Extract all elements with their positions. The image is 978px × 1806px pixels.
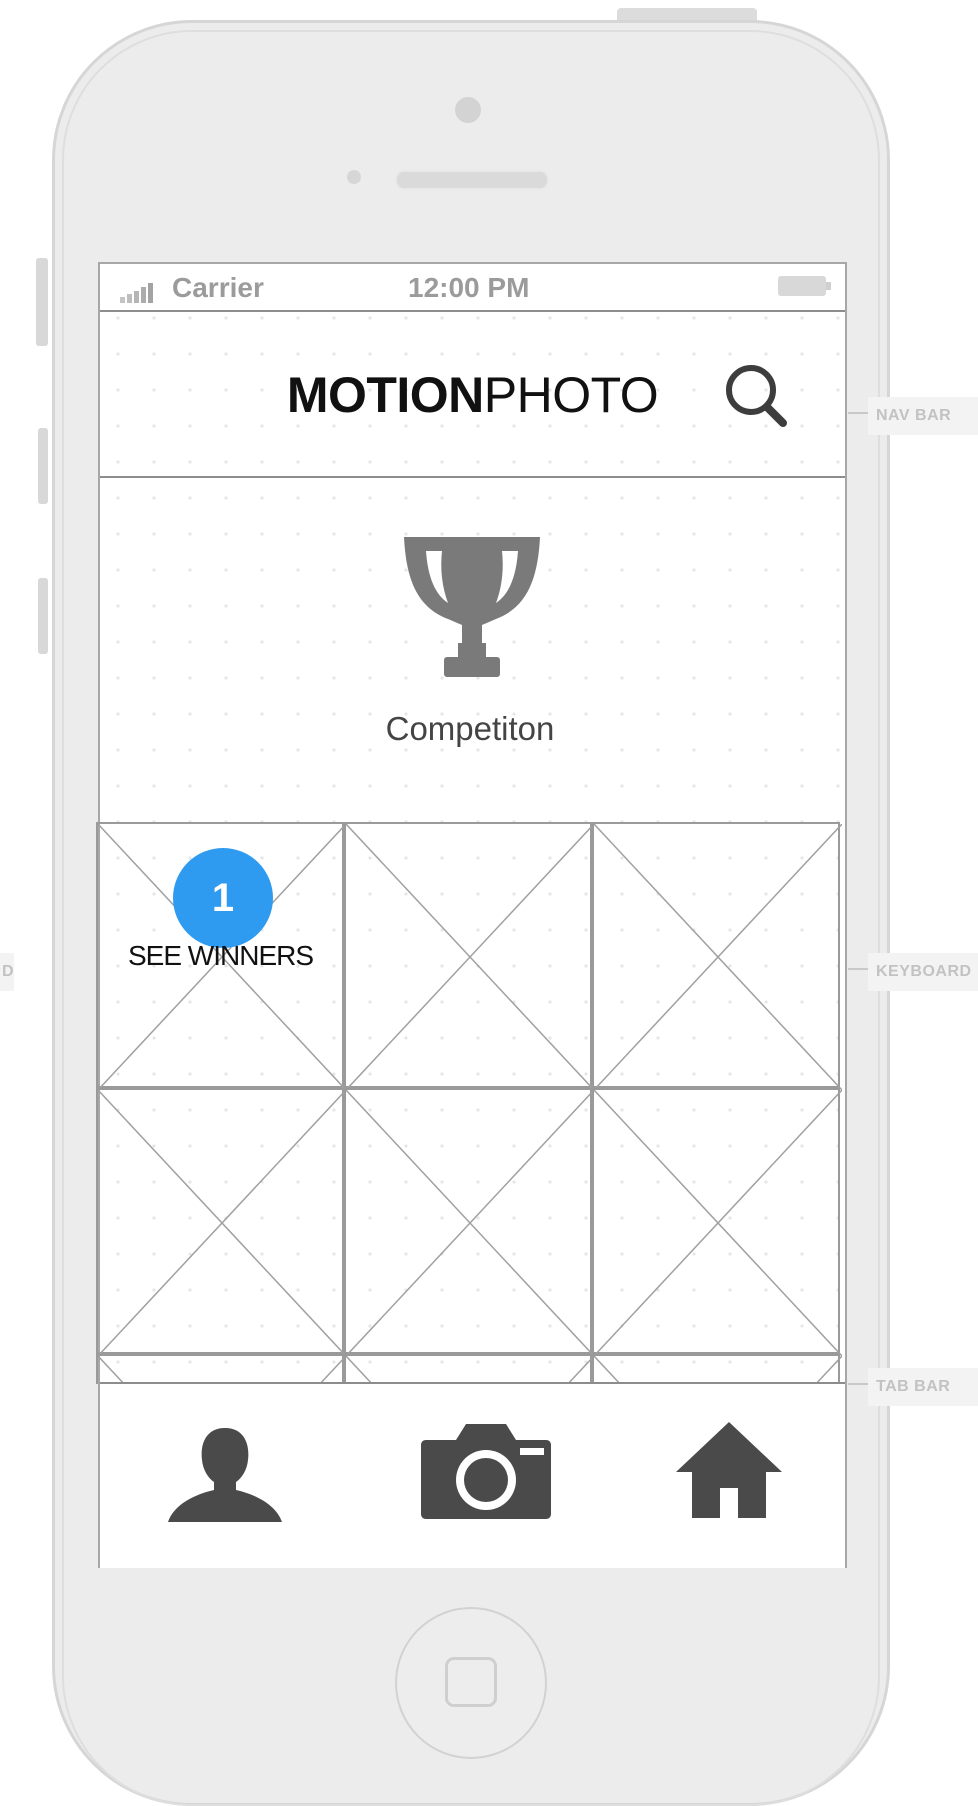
nav-bar: MOTIONPHOTO (100, 312, 845, 478)
volume-down-button (38, 578, 48, 654)
tab-bar (100, 1382, 845, 1568)
left-annotation: D (0, 953, 14, 991)
mute-switch (36, 258, 48, 346)
volume-up-button (38, 428, 48, 504)
status-bar: Carrier 12:00 PM (100, 264, 845, 312)
proximity-sensor (347, 170, 361, 184)
earpiece-speaker (395, 170, 549, 190)
photo-tile[interactable] (592, 1088, 842, 1356)
nav-bar-annotation: NAV BAR (868, 397, 978, 435)
competition-label: Competiton (385, 710, 555, 747)
photo-tile[interactable] (344, 822, 594, 1090)
trophy-icon (404, 537, 540, 677)
camera-icon[interactable] (420, 1422, 552, 1520)
person-icon[interactable] (166, 1424, 284, 1524)
app-title-regular: PHOTO (483, 367, 659, 423)
app-title-bold: MOTION (286, 367, 484, 423)
photo-tile[interactable] (96, 1088, 346, 1356)
photo-tile-partial (96, 1354, 346, 1386)
photo-tile[interactable] (592, 822, 842, 1090)
home-icon[interactable] (674, 1420, 784, 1520)
step-badge: 1 (173, 848, 273, 948)
battery-tip (826, 282, 831, 290)
battery-icon (778, 276, 826, 296)
signal-strength-icon (120, 283, 153, 303)
see-winners-label[interactable]: SEE WINNERS (128, 940, 328, 972)
home-button-square (445, 1657, 497, 1707)
photo-tile[interactable] (344, 1088, 594, 1356)
clock-label: 12:00 PM (408, 272, 530, 303)
keyboard-annotation: KEYBOARD (868, 953, 978, 991)
front-camera (455, 97, 481, 123)
photo-tile-partial (592, 1354, 842, 1386)
photo-tile-partial (344, 1354, 594, 1386)
tab-bar-annotation: TAB BAR (868, 1368, 978, 1406)
search-icon[interactable] (720, 360, 792, 432)
carrier-label: Carrier (172, 272, 264, 303)
